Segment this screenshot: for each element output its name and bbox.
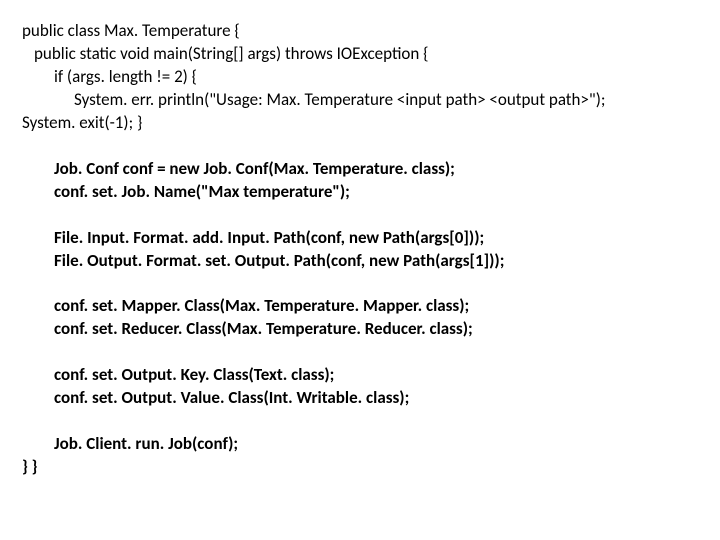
blank-line: [22, 204, 710, 227]
code-line-8: File. Input. Format. add. Input. Path(co…: [54, 227, 710, 250]
code-line-11: conf. set. Reducer. Class(Max. Temperatu…: [54, 318, 710, 341]
code-line-7: conf. set. Job. Name("Max temperature");: [54, 181, 710, 204]
code-line-3: if (args. length != 2) {: [54, 66, 710, 89]
code-line-1: public class Max. Temperature {: [22, 20, 710, 43]
code-line-4: System. err. println("Usage: Max. Temper…: [74, 89, 710, 112]
blank-line: [22, 272, 710, 295]
blank-line: [22, 410, 710, 433]
blank-line: [22, 135, 710, 158]
code-line-14: Job. Client. run. Job(conf);: [54, 433, 710, 456]
code-line-5: System. exit(-1); }: [22, 112, 710, 135]
code-line-10: conf. set. Mapper. Class(Max. Temperatur…: [54, 295, 710, 318]
blank-line: [22, 341, 710, 364]
code-line-9: File. Output. Format. set. Output. Path(…: [54, 250, 710, 273]
code-line-2: public static void main(String[] args) t…: [34, 43, 710, 66]
code-line-12: conf. set. Output. Key. Class(Text. clas…: [54, 364, 710, 387]
code-line-6: Job. Conf conf = new Job. Conf(Max. Temp…: [54, 158, 710, 181]
code-line-15: } }: [22, 456, 710, 479]
code-line-13: conf. set. Output. Value. Class(Int. Wri…: [54, 387, 710, 410]
